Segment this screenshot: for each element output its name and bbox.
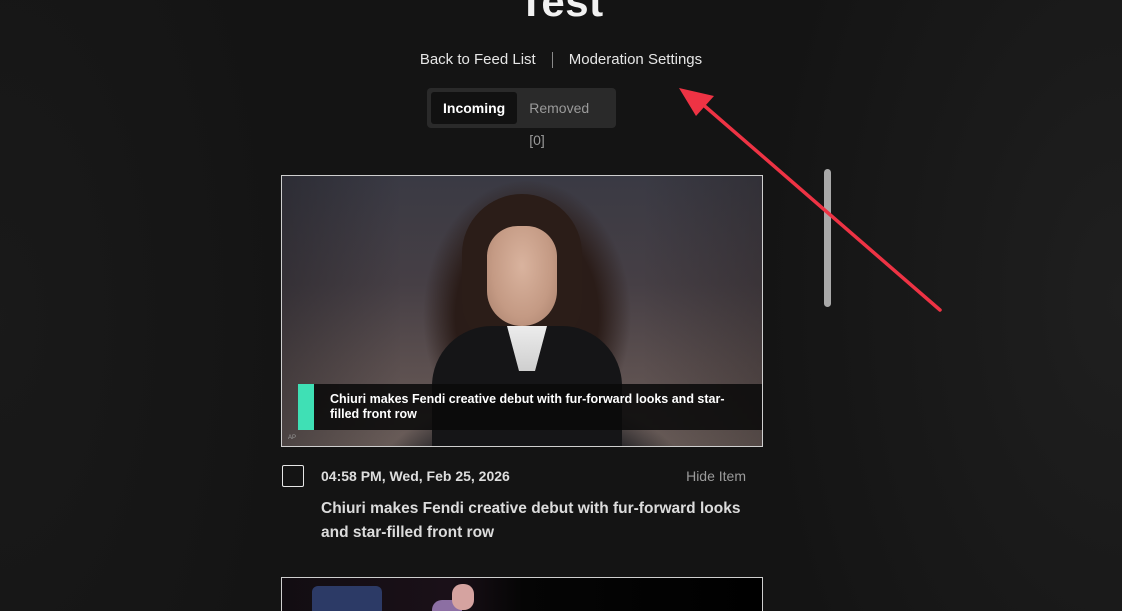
moderation-settings-link[interactable]: Moderation Settings bbox=[553, 50, 718, 70]
feed-item-title: Chiuri makes Fendi creative debut with f… bbox=[321, 500, 741, 541]
image-stage-figure bbox=[312, 586, 382, 611]
moderation-tabs: Incoming Removed [0] bbox=[427, 88, 616, 148]
feed-item-meta: 04:58 PM, Wed, Feb 25, 2026 Hide Item bbox=[281, 465, 763, 495]
caption-accent-bar bbox=[298, 384, 314, 430]
top-navigation: Back to Feed List Moderation Settings bbox=[0, 50, 1122, 70]
tab-removed[interactable]: Removed [0] bbox=[517, 92, 612, 148]
select-item-checkbox[interactable] bbox=[282, 465, 304, 487]
feed-item-image[interactable]: Chiuri makes Fendi creative debut with f… bbox=[281, 175, 763, 447]
tab-incoming[interactable]: Incoming bbox=[431, 92, 518, 124]
image-caption-banner: Chiuri makes Fendi creative debut with f… bbox=[298, 384, 762, 430]
image-caption-text: Chiuri makes Fendi creative debut with f… bbox=[330, 392, 725, 421]
page-title: Test bbox=[518, 0, 604, 25]
feed-moderation-page: Test Back to Feed List Moderation Settin… bbox=[0, 0, 1122, 611]
feed-item-card: Chiuri makes Fendi creative debut with f… bbox=[281, 175, 763, 545]
image-raised-hand bbox=[452, 584, 474, 610]
feed-item-card-next-image[interactable] bbox=[281, 577, 763, 611]
scrollbar-thumb[interactable] bbox=[824, 169, 831, 307]
image-credit: AP bbox=[288, 435, 297, 441]
hide-item-button[interactable]: Hide Item bbox=[686, 468, 746, 484]
feed-item-timestamp: 04:58 PM, Wed, Feb 25, 2026 bbox=[321, 468, 510, 484]
back-to-feed-list-link[interactable]: Back to Feed List bbox=[404, 50, 552, 70]
